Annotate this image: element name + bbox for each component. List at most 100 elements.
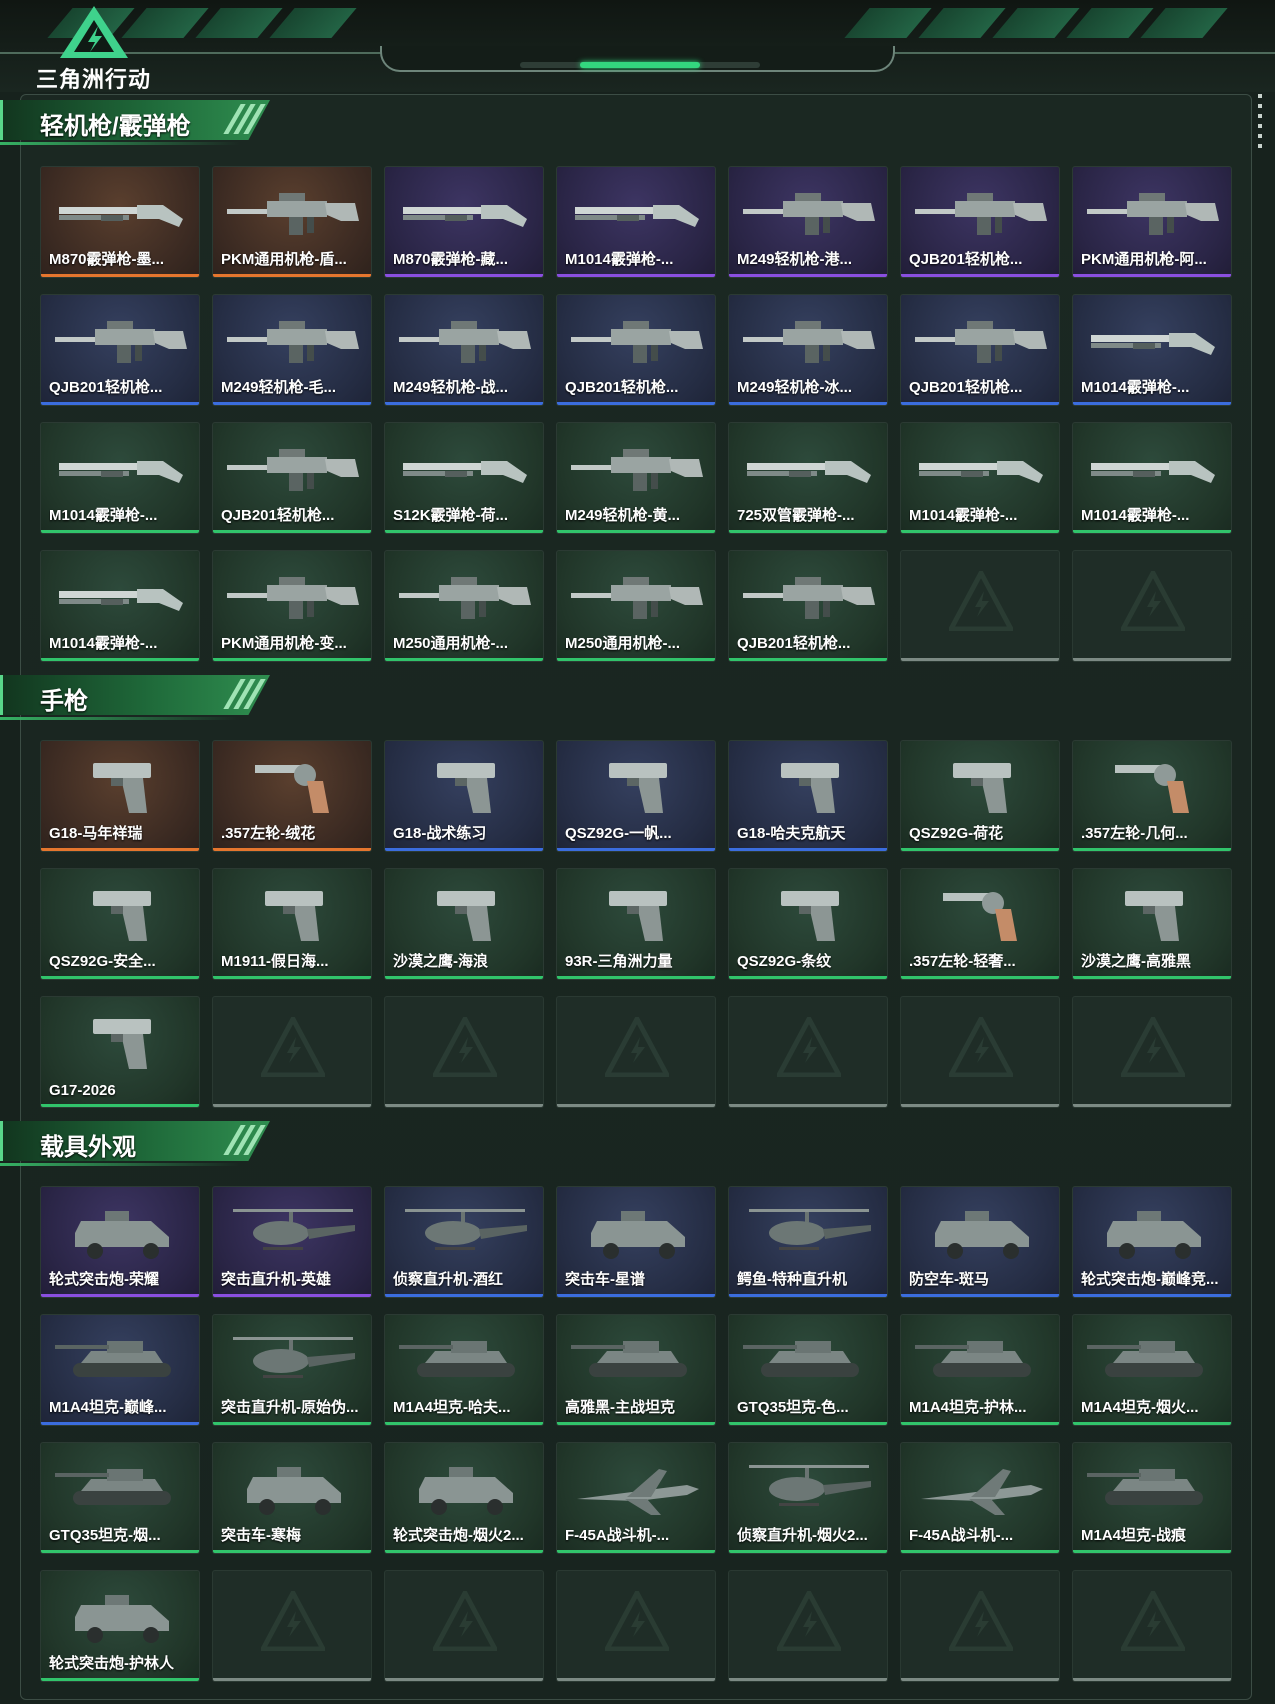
skin-card[interactable]: M870霰弹枪-墨...: [40, 166, 200, 278]
skin-card[interactable]: M1014霰弹枪-...: [1072, 422, 1232, 534]
armored-car-icon: [51, 1199, 191, 1265]
skin-card-label: M1014霰弹枪-...: [909, 507, 1018, 524]
skin-card[interactable]: 93R-三角洲力量: [556, 868, 716, 980]
skin-card[interactable]: G17-2026: [40, 996, 200, 1108]
skin-card[interactable]: QJB201轻机枪...: [556, 294, 716, 406]
skin-card[interactable]: .357左轮-轻奢...: [900, 868, 1060, 980]
skin-card-label: 侦察直升机-烟火2...: [737, 1527, 868, 1544]
skin-card[interactable]: M1014霰弹枪-...: [900, 422, 1060, 534]
skin-card[interactable]: 轮式突击炮-荣耀: [40, 1186, 200, 1298]
skin-card[interactable]: PKM通用机枪-阿...: [1072, 166, 1232, 278]
skin-card[interactable]: M1014霰弹枪-...: [40, 550, 200, 662]
skin-card[interactable]: M249轻机枪-战...: [384, 294, 544, 406]
skin-card[interactable]: 轮式突击炮-护林人: [40, 1570, 200, 1682]
helicopter-icon: [739, 1455, 879, 1521]
skin-card[interactable]: M249轻机枪-冰...: [728, 294, 888, 406]
skin-card-label: M870霰弹枪-藏...: [393, 251, 509, 268]
skin-card[interactable]: M1014霰弹枪-...: [556, 166, 716, 278]
skin-card[interactable]: QJB201轻机枪...: [900, 294, 1060, 406]
skin-card[interactable]: QSZ92G-荷花: [900, 740, 1060, 852]
skin-card[interactable]: 沙漠之鹰-高雅黑: [1072, 868, 1232, 980]
skin-card[interactable]: QJB201轻机枪...: [40, 294, 200, 406]
skin-card-label: M870霰弹枪-墨...: [49, 251, 165, 268]
skin-card-label: .357左轮-绒花: [221, 825, 316, 842]
skin-card-label: M1A4坦克-战痕: [1081, 1527, 1187, 1544]
skin-card[interactable]: GTQ35坦克-色...: [728, 1314, 888, 1426]
rarity-stripe: [213, 658, 371, 661]
skin-card[interactable]: M1A4坦克-战痕: [1072, 1442, 1232, 1554]
skin-card[interactable]: M250通用机枪-...: [556, 550, 716, 662]
skin-card[interactable]: 突击直升机-原始伪...: [212, 1314, 372, 1426]
skin-card[interactable]: QJB201轻机枪...: [728, 550, 888, 662]
skin-card[interactable]: 轮式突击炮-巅峰竞...: [1072, 1186, 1232, 1298]
delta-watermark-icon: [1118, 1587, 1188, 1652]
skin-card[interactable]: .357左轮-绒花: [212, 740, 372, 852]
skin-card[interactable]: .357左轮-几何...: [1072, 740, 1232, 852]
delta-watermark-icon: [946, 1587, 1016, 1652]
skin-card[interactable]: F-45A战斗机-...: [900, 1442, 1060, 1554]
skin-card[interactable]: 高雅黑-主战坦克: [556, 1314, 716, 1426]
skin-card[interactable]: 突击车-星谱: [556, 1186, 716, 1298]
skin-card[interactable]: QSZ92G-安全...: [40, 868, 200, 980]
skin-card-label: M1911-假日海...: [221, 953, 329, 970]
skin-card[interactable]: M870霰弹枪-藏...: [384, 166, 544, 278]
skin-card[interactable]: M1A4坦克-哈夫...: [384, 1314, 544, 1426]
rarity-stripe: [729, 274, 887, 277]
skin-card[interactable]: PKM通用机枪-变...: [212, 550, 372, 662]
rarity-stripe: [41, 274, 199, 277]
skin-card[interactable]: GTQ35坦克-烟...: [40, 1442, 200, 1554]
rarity-stripe: [41, 1104, 199, 1107]
pistol-icon: [1083, 881, 1223, 947]
scroll-indicator[interactable]: [1258, 94, 1262, 154]
skin-card[interactable]: G18-战术练习: [384, 740, 544, 852]
skin-card[interactable]: G18-哈夫克航天: [728, 740, 888, 852]
skin-card-label: M1014霰弹枪-...: [49, 635, 158, 652]
skin-card-label: PKM通用机枪-盾...: [221, 251, 347, 268]
delta-watermark-icon: [258, 1587, 328, 1652]
skin-card[interactable]: QJB201轻机枪...: [900, 166, 1060, 278]
skin-card[interactable]: QSZ92G-条纹: [728, 868, 888, 980]
empty-slot: [212, 996, 372, 1108]
skin-card[interactable]: M249轻机枪-港...: [728, 166, 888, 278]
skin-card-label: 突击车-寒梅: [221, 1527, 301, 1544]
skin-card[interactable]: PKM通用机枪-盾...: [212, 166, 372, 278]
skin-card[interactable]: 突击车-寒梅: [212, 1442, 372, 1554]
skin-card[interactable]: F-45A战斗机-...: [556, 1442, 716, 1554]
skin-card[interactable]: 725双管霰弹枪-...: [728, 422, 888, 534]
skin-card[interactable]: M1A4坦克-巅峰...: [40, 1314, 200, 1426]
skin-card[interactable]: M1A4坦克-烟火...: [1072, 1314, 1232, 1426]
skin-card-label: QJB201轻机枪...: [49, 379, 163, 396]
machine-gun-icon: [51, 307, 191, 373]
delta-watermark-icon: [258, 1013, 328, 1078]
rarity-stripe: [385, 402, 543, 405]
skin-card[interactable]: M1911-假日海...: [212, 868, 372, 980]
skin-card[interactable]: M1A4坦克-护林...: [900, 1314, 1060, 1426]
skin-card[interactable]: 侦察直升机-烟火2...: [728, 1442, 888, 1554]
header-center-panel: [380, 46, 895, 72]
skin-card[interactable]: M1014霰弹枪-...: [1072, 294, 1232, 406]
pistol-icon: [739, 753, 879, 819]
skin-card[interactable]: M249轻机枪-黄...: [556, 422, 716, 534]
section-title: 载具外观: [40, 1134, 136, 1161]
skin-card-label: 轮式突击炮-护林人: [49, 1655, 174, 1672]
skin-card[interactable]: M1014霰弹枪-...: [40, 422, 200, 534]
skin-card[interactable]: 鳄鱼-特种直升机: [728, 1186, 888, 1298]
empty-slot: [1072, 1570, 1232, 1682]
rarity-stripe: [729, 976, 887, 979]
rarity-stripe: [385, 658, 543, 661]
skin-card[interactable]: 突击直升机-英雄: [212, 1186, 372, 1298]
skin-card[interactable]: 轮式突击炮-烟火2...: [384, 1442, 544, 1554]
pistol-icon: [223, 881, 363, 947]
skin-card[interactable]: QJB201轻机枪...: [212, 422, 372, 534]
skin-card[interactable]: S12K霰弹枪-荷...: [384, 422, 544, 534]
skin-card[interactable]: M249轻机枪-毛...: [212, 294, 372, 406]
skin-card-label: 93R-三角洲力量: [565, 953, 673, 970]
skin-card[interactable]: 侦察直升机-酒红: [384, 1186, 544, 1298]
skin-card[interactable]: QSZ92G-一帆...: [556, 740, 716, 852]
skin-card[interactable]: 沙漠之鹰-海浪: [384, 868, 544, 980]
skin-card[interactable]: M250通用机枪-...: [384, 550, 544, 662]
pistol-icon: [739, 881, 879, 947]
skin-card[interactable]: 防空车-斑马: [900, 1186, 1060, 1298]
rarity-stripe: [901, 1550, 1059, 1553]
skin-card[interactable]: G18-马年祥瑞: [40, 740, 200, 852]
